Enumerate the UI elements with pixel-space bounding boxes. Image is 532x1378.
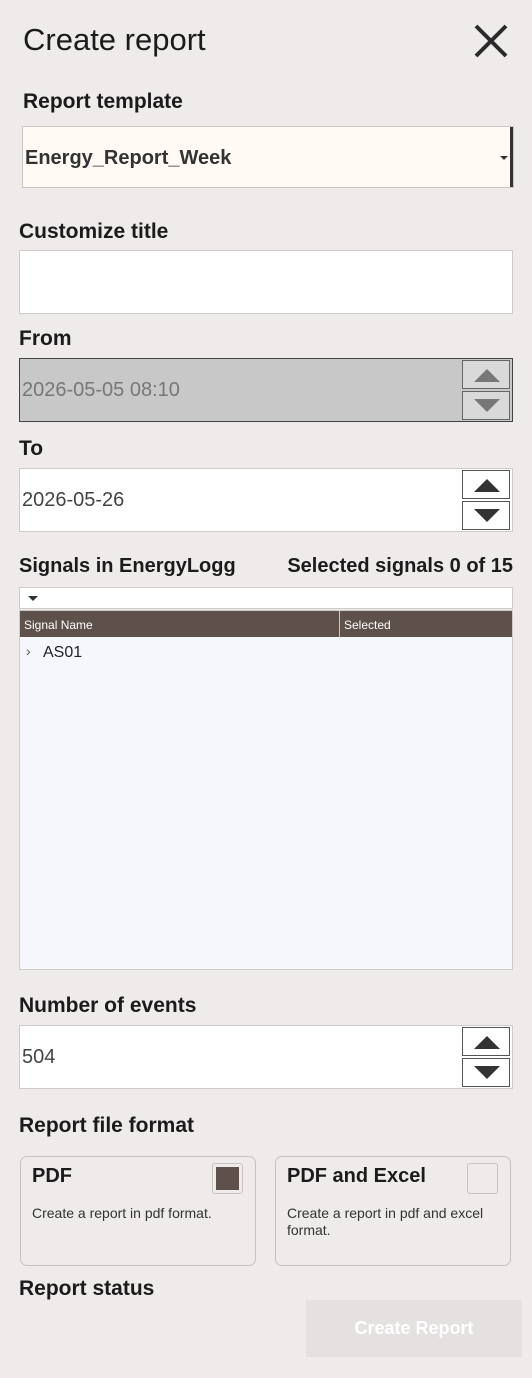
format-pdf-excel-checkbox[interactable] [467,1163,498,1194]
format-option-description: Create a report in pdf and excel format. [287,1205,484,1238]
arrow-up-icon [474,369,500,382]
from-stepper [462,359,512,421]
arrow-down-icon [474,1066,500,1079]
events-stepper [462,1026,512,1088]
signals-table: Signal Name Selected › AS01 [19,610,513,970]
to-label: To [19,437,44,460]
to-decrement-button[interactable] [462,501,510,530]
template-label: Report template [23,90,183,113]
format-option-description: Create a report in pdf format. [32,1205,212,1221]
signals-label: Signals in EnergyLogg [19,555,236,577]
table-row[interactable]: › AS01 [20,641,512,665]
format-label: Report file format [19,1114,195,1137]
arrow-down-icon [474,509,500,522]
arrow-up-icon [474,479,500,492]
custom-title-label: Customize title [19,220,169,243]
events-field[interactable]: 504 [19,1025,513,1089]
chevron-down-icon [500,156,508,160]
to-stepper [462,469,512,531]
format-option-title: PDF [32,1165,72,1187]
format-pdf-checkbox[interactable] [212,1163,243,1194]
from-increment-button[interactable] [462,360,510,389]
from-date-value: 2026-05-05 08:10 [22,379,180,401]
page-title: Create report [23,22,206,57]
close-icon[interactable] [470,20,512,62]
column-header-signal-name[interactable]: Signal Name [24,618,93,632]
format-option-pdf[interactable]: PDF Create a report in pdf format. [20,1156,256,1266]
from-decrement-button[interactable] [462,391,510,420]
status-label: Report status [19,1277,155,1300]
arrow-down-icon [474,399,500,412]
to-increment-button[interactable] [462,470,510,499]
template-select[interactable]: Energy_Report_Week [22,126,514,188]
create-report-button[interactable]: Create Report [306,1300,522,1357]
events-increment-button[interactable] [462,1027,510,1056]
events-value: 504 [22,1046,56,1068]
from-label: From [19,327,72,350]
checked-indicator [216,1167,239,1190]
template-value: Energy_Report_Week [25,147,232,169]
custom-title-input[interactable] [19,250,513,314]
arrow-up-icon [474,1036,500,1049]
format-option-pdf-excel[interactable]: PDF and Excel Create a report in pdf and… [275,1156,511,1266]
chevron-down-icon [28,596,38,601]
from-date-field[interactable]: 2026-05-05 08:10 [19,358,513,422]
events-decrement-button[interactable] [462,1058,510,1087]
table-header: Signal Name Selected [20,611,512,637]
format-option-title: PDF and Excel [287,1165,426,1187]
selected-signals-count: Selected signals 0 of 15 [287,555,513,577]
to-date-field[interactable]: 2026-05-26 [19,468,513,532]
signal-name: AS01 [43,644,83,661]
to-date-value: 2026-05-26 [22,489,125,511]
signals-filter-dropdown[interactable] [19,587,513,609]
events-label: Number of events [19,994,197,1017]
column-header-selected[interactable]: Selected [344,618,391,632]
expand-chevron-icon[interactable]: › [26,643,31,659]
